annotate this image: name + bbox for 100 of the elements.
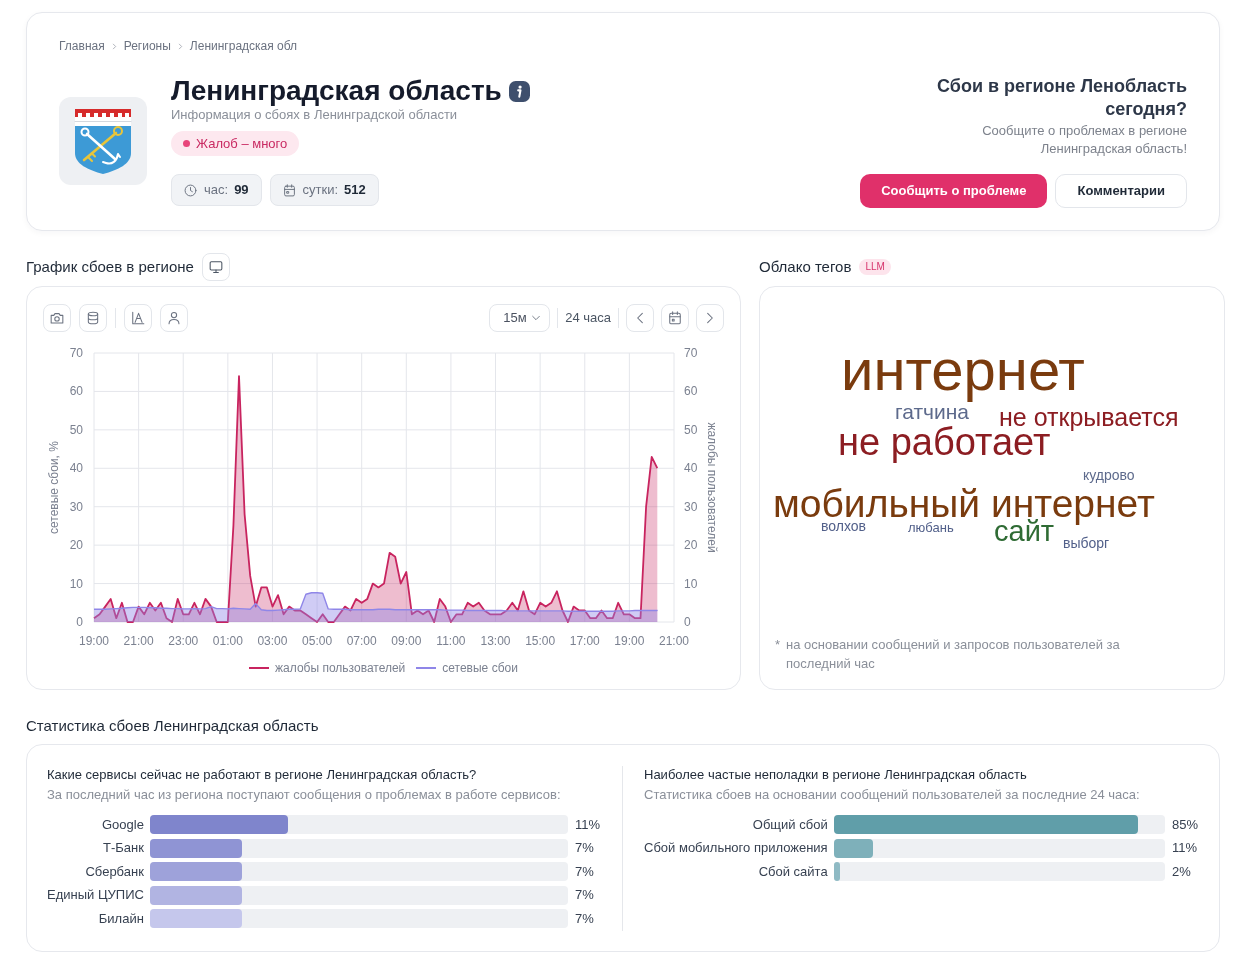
stats-heading: Наиболее частые неполадки в регионе Ленинградская область bbox=[644, 766, 1028, 784]
x-axis-tick-label: 21:00 bbox=[659, 634, 689, 648]
x-axis-tick-label: 19:00 bbox=[79, 634, 109, 648]
person-icon bbox=[167, 311, 181, 325]
right-axis-tick-label: 10 bbox=[684, 576, 698, 591]
chevron-down-icon bbox=[531, 313, 542, 323]
section-title: Облако тегов bbox=[759, 257, 852, 277]
right-axis-tick-label: 30 bbox=[684, 499, 698, 514]
fullscreen-button[interactable] bbox=[201, 253, 230, 281]
status-label: Жалоб – много bbox=[196, 135, 288, 152]
camera-icon bbox=[50, 311, 64, 325]
info-icon bbox=[508, 80, 530, 102]
y-axis-tick-label: 70 bbox=[69, 346, 83, 360]
footnote-mark: * bbox=[775, 636, 781, 654]
bar-label: Сбой мобильного приложения bbox=[644, 840, 828, 856]
report-text: Сообщите о проблемах в регионе Ленинградская область! bbox=[981, 122, 1187, 158]
legend-line-icon bbox=[249, 667, 270, 669]
shield-emblem-icon bbox=[59, 97, 147, 185]
y-axis-tick-label: 30 bbox=[69, 499, 83, 514]
section-title: График сбоев в регионе bbox=[26, 257, 194, 277]
bar-value: 7% bbox=[574, 863, 595, 880]
calendar-icon bbox=[668, 311, 682, 325]
bar-value: 7% bbox=[574, 910, 595, 927]
right-axis-title: жалобы пользователей bbox=[705, 422, 719, 553]
report-heading: Сбои в регионе Ленобласть сегодня? bbox=[936, 75, 1187, 121]
bar-value: 2% bbox=[1171, 863, 1192, 880]
area-chart-icon bbox=[131, 311, 145, 325]
x-axis-tick-label: 23:00 bbox=[168, 634, 199, 648]
breadcrumb-link[interactable]: Регионы bbox=[123, 38, 171, 54]
y-axis-tick-label: 0 bbox=[76, 615, 83, 629]
bar-label: Билайн bbox=[97, 910, 144, 927]
bar-value: 7% bbox=[574, 887, 595, 903]
region-title: Ленинградская область bbox=[171, 76, 502, 106]
cloud-tag: кудрово bbox=[1083, 468, 1135, 482]
x-axis-tick-label: 05:00 bbox=[302, 634, 333, 648]
bar-label: Сбой сайта bbox=[757, 863, 828, 880]
right-axis-tick-label: 20 bbox=[684, 538, 698, 553]
cloud-tag: любань bbox=[908, 521, 954, 534]
screenshot-button[interactable] bbox=[43, 304, 71, 332]
x-axis-tick-label: 21:00 bbox=[123, 634, 154, 648]
y-axis-tick-label: 40 bbox=[69, 461, 83, 476]
y-axis-title: сетевые сбои, % bbox=[47, 441, 61, 534]
right-axis-tick-label: 60 bbox=[684, 384, 698, 399]
bar-value: 11% bbox=[1171, 840, 1199, 856]
chevron-right-icon bbox=[110, 42, 118, 50]
x-axis-tick-label: 11:00 bbox=[436, 634, 466, 648]
x-axis-tick-label: 09:00 bbox=[391, 634, 422, 648]
cloud-tag: волхов bbox=[821, 519, 866, 533]
bar-label: Т-Банк bbox=[101, 840, 144, 856]
footnote-text: на основании сообщений и запросов пользователей за последний час bbox=[786, 636, 1121, 673]
counter-label: сутки: bbox=[302, 182, 339, 198]
right-axis-tick-label: 50 bbox=[684, 422, 698, 437]
bar-label: Google bbox=[100, 816, 144, 833]
y-axis-tick-label: 60 bbox=[69, 384, 83, 399]
chart-type-button[interactable] bbox=[124, 304, 152, 332]
previous-button[interactable] bbox=[626, 304, 654, 332]
bar-label: Сбербанк bbox=[84, 863, 144, 880]
database-icon bbox=[86, 311, 100, 325]
legend-line-icon bbox=[416, 667, 437, 669]
user-button[interactable] bbox=[160, 304, 188, 332]
section-title: Статистика сбоев Ленинградская область bbox=[26, 716, 320, 736]
bar-value: 85% bbox=[1171, 816, 1199, 833]
right-axis-tick-label: 0 bbox=[684, 615, 691, 629]
right-axis-tick-label: 40 bbox=[684, 461, 698, 476]
counter-value: 512 bbox=[344, 182, 366, 198]
x-axis-tick-label: 15:00 bbox=[525, 634, 556, 648]
breadcrumb-link[interactable]: Главная bbox=[59, 38, 105, 54]
clock-icon bbox=[184, 183, 197, 197]
x-axis-tick-label: 07:00 bbox=[346, 634, 377, 648]
calendar-button[interactable] bbox=[661, 304, 689, 332]
x-axis-tick-label: 03:00 bbox=[257, 634, 288, 648]
bar-value: 11% bbox=[574, 816, 602, 833]
calendar-icon bbox=[282, 183, 296, 197]
monitor-icon bbox=[208, 260, 223, 274]
comments-button[interactable]: Комментарии bbox=[1055, 174, 1187, 208]
y-axis-tick-label: 20 bbox=[69, 538, 83, 553]
y-axis-tick-label: 50 bbox=[69, 422, 83, 437]
counter-value: 99 bbox=[234, 182, 249, 198]
interval-select[interactable]: 15м bbox=[489, 304, 551, 332]
bar-value: 7% bbox=[574, 840, 595, 856]
llm-badge: LLM bbox=[859, 259, 891, 275]
y-axis-tick-label: 10 bbox=[69, 576, 83, 591]
x-axis-tick-label: 19:00 bbox=[614, 634, 645, 648]
legend-label: жалобы пользователей bbox=[275, 660, 406, 676]
cloud-tag: гатчина bbox=[895, 401, 969, 422]
cloud-tag: выборг bbox=[1063, 536, 1110, 550]
chevron-right-icon bbox=[176, 42, 184, 50]
stats-subheading: За последний час из региона поступают сообщения о проблемах в работе сервисов: bbox=[47, 786, 562, 804]
stats-heading: Какие сервисы сейчас не работают в регионе Ленинградская область? bbox=[47, 766, 478, 784]
report-problem-button[interactable]: Сообщить о проблеме bbox=[860, 174, 1048, 208]
counter-label: час: bbox=[204, 182, 229, 198]
range-label: 24 часа bbox=[565, 310, 611, 326]
region-subtitle: Информация о сбоях в Ленинградской области bbox=[171, 107, 458, 123]
x-axis-tick-label: 17:00 bbox=[569, 634, 600, 648]
stats-subheading: Статистика сбоев на основании сообщений пользователей за последние 24 часа: bbox=[644, 786, 1141, 804]
data-button[interactable] bbox=[79, 304, 107, 332]
legend-label: сетевые сбои bbox=[442, 660, 518, 676]
bar-label: Единый ЦУПИС bbox=[47, 887, 144, 903]
breadcrumb-link[interactable]: Ленинградская обл bbox=[189, 38, 298, 54]
status-dot-icon bbox=[183, 140, 190, 147]
